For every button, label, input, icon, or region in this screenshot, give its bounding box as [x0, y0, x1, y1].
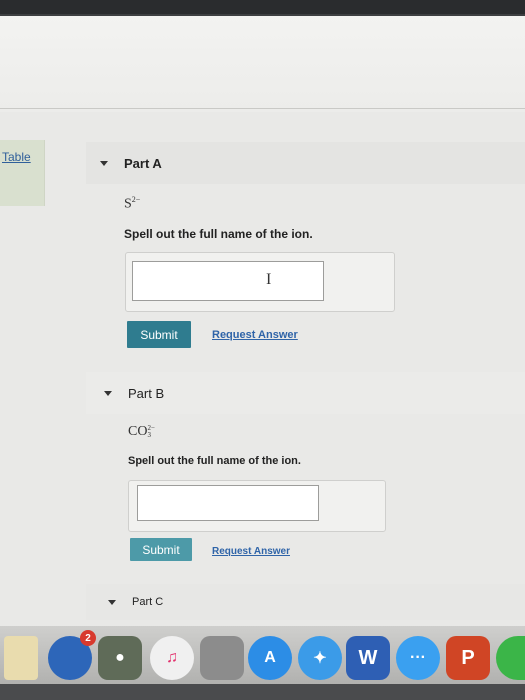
safari-icon[interactable]: ✦	[298, 636, 342, 680]
dock-shelf	[0, 684, 525, 700]
ion-charge: 2−	[131, 195, 141, 204]
itunes-icon[interactable]: ♫	[150, 636, 194, 680]
part-b-title: Part B	[128, 385, 165, 401]
app-store-icon[interactable]: A	[248, 636, 292, 680]
photo-booth-icon[interactable]	[200, 636, 244, 680]
messages-icon[interactable]: ···	[396, 636, 440, 680]
notification-badge: 2	[80, 630, 96, 646]
part-b-request-answer-link[interactable]: Request Answer	[212, 546, 290, 557]
chevron-down-icon	[104, 390, 112, 396]
part-b-header[interactable]: Part B	[86, 372, 525, 414]
part-a-header[interactable]: Part A	[86, 142, 525, 184]
ion-subscript: 3	[147, 430, 151, 439]
part-b-ion: CO 2− 3	[128, 424, 155, 440]
table-link[interactable]: Table	[2, 150, 31, 164]
photo-icon[interactable]: ●	[98, 636, 142, 680]
powerpoint-icon[interactable]: P	[446, 636, 490, 680]
launchpad-icon[interactable]: 2	[48, 630, 96, 680]
part-b-submit-button[interactable]: Submit	[130, 538, 192, 561]
left-panel-tab: Table	[0, 140, 45, 206]
part-a-instruction: Spell out the full name of the ion.	[124, 227, 313, 241]
part-b-answer-input[interactable]	[137, 485, 319, 521]
monitor-bezel	[0, 0, 525, 14]
part-a-title: Part A	[124, 155, 162, 171]
part-c-header[interactable]: Part C	[86, 584, 525, 620]
part-a-submit-button[interactable]: Submit	[127, 321, 191, 348]
divider	[0, 108, 525, 109]
page-header-area	[0, 14, 525, 112]
ion-symbol: S	[124, 196, 132, 212]
chevron-down-icon	[108, 599, 116, 605]
part-a-request-answer-link[interactable]: Request Answer	[212, 329, 298, 341]
word-icon[interactable]: W	[346, 636, 390, 680]
text-cursor-icon: I	[266, 271, 272, 288]
part-a-ion: S2−	[124, 195, 140, 213]
part-b-instruction: Spell out the full name of the ion.	[128, 455, 301, 467]
ion-symbol: CO	[128, 424, 148, 439]
part-c-title: Part C	[132, 596, 164, 608]
notes-icon[interactable]	[4, 636, 38, 680]
chevron-down-icon	[100, 160, 108, 166]
part-a-answer-input[interactable]	[132, 261, 324, 301]
